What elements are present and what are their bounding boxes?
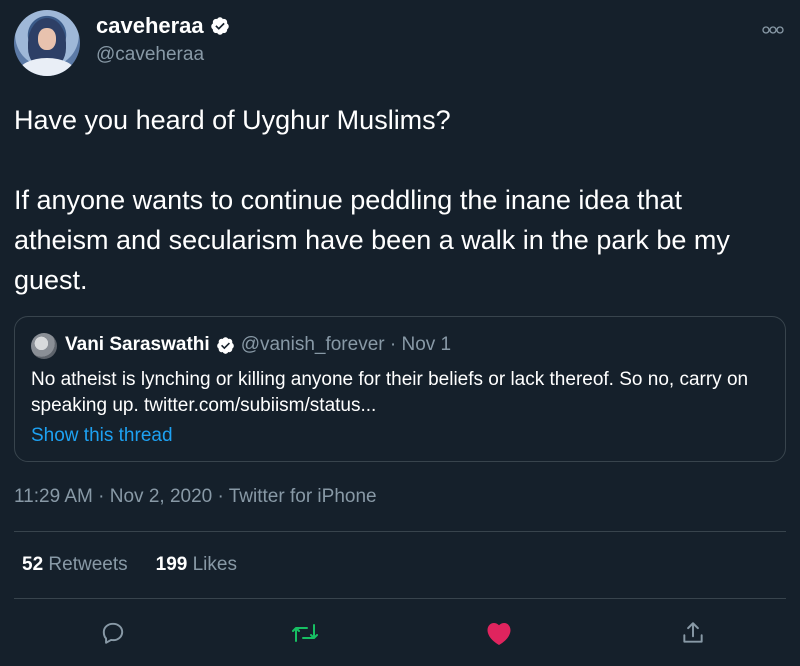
like-icon[interactable] <box>484 618 514 648</box>
quoted-author-avatar <box>31 333 57 359</box>
retweets-stat[interactable]: 52 Retweets <box>22 554 128 576</box>
quoted-tweet-card[interactable]: Vani Saraswathi @vanish_forever · Nov 1 … <box>14 316 786 462</box>
quoted-verified-badge-icon <box>216 336 234 354</box>
retweets-label: Retweets <box>48 554 128 575</box>
tweet-text: Have you heard of Uyghur Muslims? If any… <box>14 105 730 295</box>
tweet-timestamp[interactable]: 11:29 AM · Nov 2, 2020 · Twitter for iPh… <box>14 486 377 508</box>
divider <box>14 598 786 599</box>
likes-label: Likes <box>192 554 237 575</box>
quoted-author-name: Vani Saraswathi <box>65 334 210 355</box>
share-icon[interactable] <box>678 618 708 648</box>
more-options-icon[interactable] <box>762 22 784 38</box>
author-handle[interactable]: @caveheraa <box>96 44 204 66</box>
retweet-icon[interactable] <box>290 618 320 648</box>
avatar-shoulders-shape <box>18 58 76 76</box>
author-avatar[interactable] <box>14 10 80 76</box>
retweets-count: 52 <box>22 554 44 575</box>
likes-count: 199 <box>155 554 188 575</box>
verified-badge-icon <box>210 17 229 35</box>
quoted-tweet-text: No atheist is lynching or killing anyone… <box>31 369 749 416</box>
show-thread-link[interactable]: Show this thread <box>31 425 173 447</box>
quoted-tweet-header: Vani Saraswathi @vanish_forever · Nov 1 <box>65 334 451 356</box>
quoted-handle-and-date: @vanish_forever · Nov 1 <box>240 334 452 355</box>
author-display-name[interactable]: caveheraa <box>96 13 204 39</box>
avatar-face-shape <box>38 28 56 50</box>
reply-icon[interactable] <box>98 618 128 648</box>
tweet-action-bar <box>0 618 800 648</box>
likes-stat[interactable]: 199 Likes <box>156 554 237 576</box>
divider <box>14 531 786 532</box>
tweet-stats: 52 Retweets 199 Likes <box>22 554 237 576</box>
author-display-name-row[interactable]: caveheraa <box>96 13 230 39</box>
